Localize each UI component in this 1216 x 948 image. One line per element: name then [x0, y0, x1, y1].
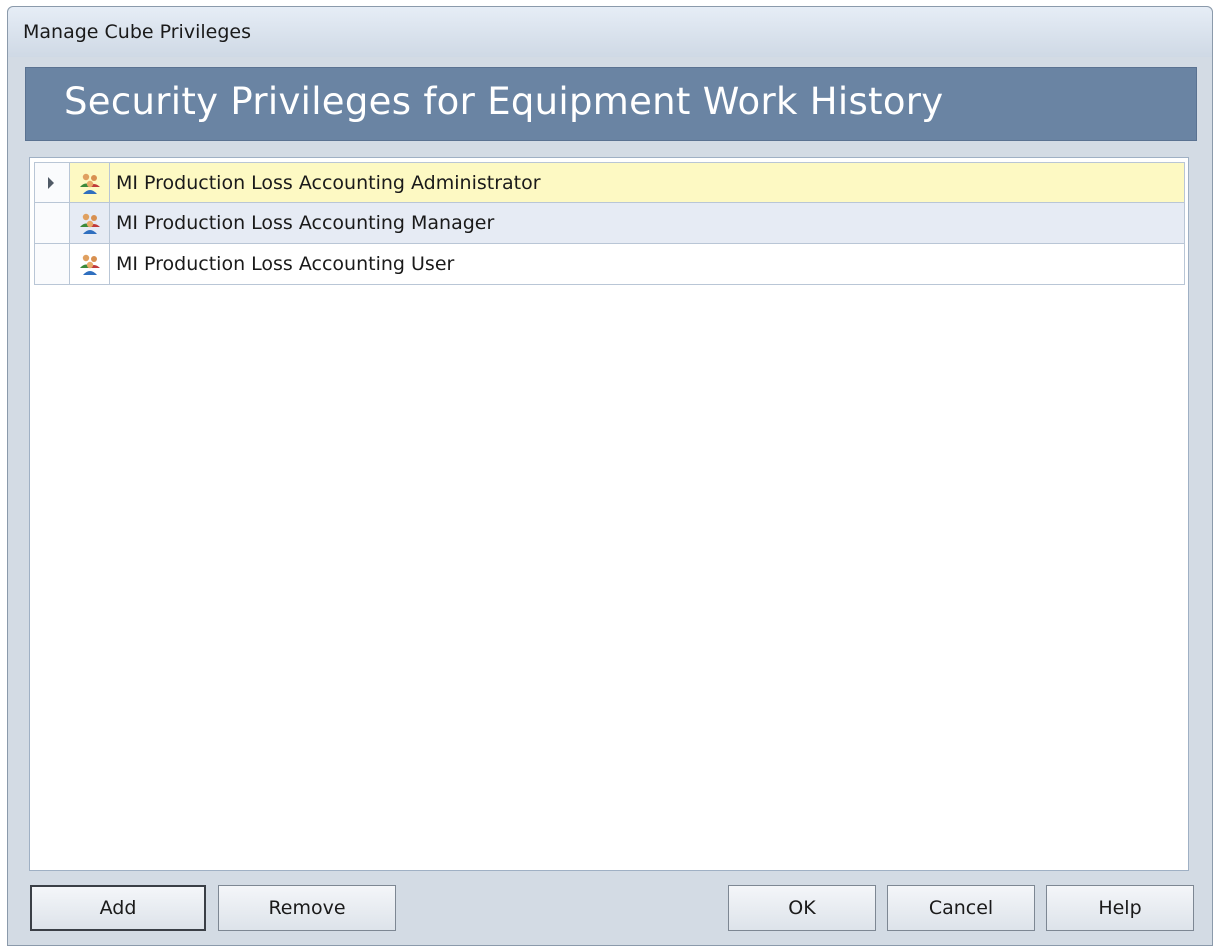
page-title: Security Privileges for Equipment Work H…: [64, 80, 944, 123]
cancel-button[interactable]: Cancel: [887, 885, 1035, 931]
row-icon-cell: [70, 244, 110, 284]
table-row[interactable]: MI Production Loss Accounting Administra…: [34, 162, 1185, 203]
row-label: MI Production Loss Accounting User: [116, 253, 455, 275]
user-group-icon: [80, 254, 100, 275]
add-button[interactable]: Add: [30, 885, 206, 931]
table-row[interactable]: MI Production Loss Accounting Manager: [34, 203, 1185, 244]
title-bar: Manage Cube Privileges: [8, 7, 1212, 57]
row-icon-cell: [70, 163, 110, 202]
remove-button[interactable]: Remove: [218, 885, 396, 931]
dialog-window: Manage Cube Privileges Security Privileg…: [7, 6, 1213, 946]
ok-button[interactable]: OK: [728, 885, 876, 931]
row-selector[interactable]: [35, 244, 70, 284]
privileges-grid: MI Production Loss Accounting Administra…: [29, 157, 1189, 871]
row-label: MI Production Loss Accounting Administra…: [116, 172, 541, 194]
row-selector[interactable]: [35, 163, 70, 202]
current-row-arrow-icon: [48, 177, 54, 189]
row-selector[interactable]: [35, 203, 70, 243]
header-banner: Security Privileges for Equipment Work H…: [25, 67, 1197, 141]
row-icon-cell: [70, 203, 110, 243]
user-group-icon: [80, 173, 100, 194]
user-group-icon: [80, 213, 100, 234]
help-button[interactable]: Help: [1046, 885, 1194, 931]
table-row[interactable]: MI Production Loss Accounting User: [34, 244, 1185, 285]
row-label: MI Production Loss Accounting Manager: [116, 212, 495, 234]
window-title: Manage Cube Privileges: [23, 21, 251, 43]
